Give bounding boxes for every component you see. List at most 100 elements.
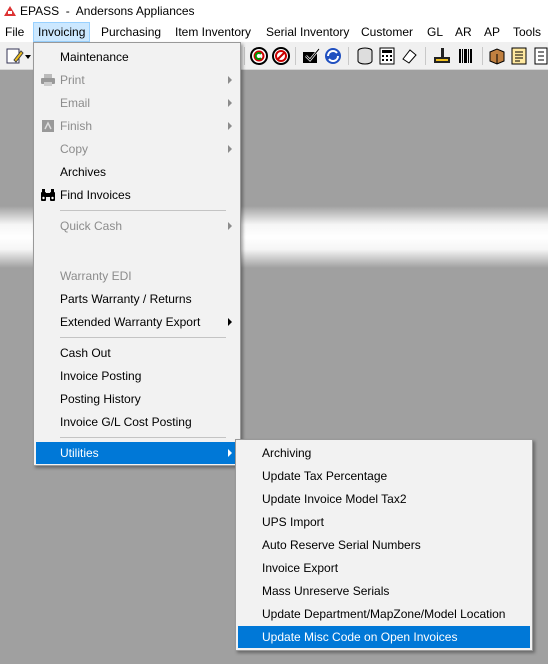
barcode-icon[interactable] (456, 46, 476, 66)
submenu-arrow-icon (228, 449, 232, 457)
menu-item-inventory-label: Item Inventory (175, 25, 252, 39)
document-list-icon[interactable] (509, 46, 529, 66)
menu-item-inventory[interactable]: Item Inventory (175, 22, 251, 42)
menu-item-parts-warranty[interactable]: Parts Warranty / Returns (36, 288, 238, 310)
menu-separator (60, 437, 226, 438)
receipt-icon[interactable] (531, 46, 548, 66)
title-bar: EPASS - Andersons Appliances (0, 0, 548, 22)
submenu-item-update-department-location[interactable]: Update Department/MapZone/Model Location (238, 603, 530, 625)
menu-ar-label: AR (455, 25, 472, 39)
menu-item-label: Quick Cash (60, 219, 123, 233)
menu-separator (60, 210, 226, 211)
menu-ap-label: AP (484, 25, 501, 39)
ship-icon[interactable] (432, 46, 452, 66)
submenu-item-ups-import[interactable]: UPS Import (238, 511, 530, 533)
menu-file-label: File (5, 25, 25, 39)
refresh-icon[interactable] (323, 46, 343, 66)
menu-item-label: Invoice Posting (60, 369, 142, 383)
menu-item-label: Warranty EDI (60, 269, 132, 283)
menu-item-label: Cash Out (60, 346, 111, 360)
new-document-icon[interactable] (4, 46, 24, 66)
menu-item-label: Extended Warranty Export (60, 315, 201, 329)
no-entry-icon[interactable] (271, 46, 291, 66)
submenu-item-archiving[interactable]: Archiving (238, 442, 530, 464)
menu-separator (60, 337, 226, 338)
submenu-item-update-invoice-model-tax2[interactable]: Update Invoice Model Tax2 (238, 488, 530, 510)
menu-invoicing[interactable]: Invoicing (33, 22, 91, 42)
menu-invoicing-label: Invoicing (38, 25, 86, 39)
menu-item-label: Update Department/MapZone/Model Location (262, 607, 506, 621)
window-title: EPASS - Andersons Appliances (20, 4, 195, 18)
menu-item-finish[interactable]: Finish (36, 115, 238, 137)
database-icon[interactable] (355, 46, 375, 66)
submenu-item-mass-unreserve-serials[interactable]: Mass Unreserve Serials (238, 580, 530, 602)
menu-item-label: Auto Reserve Serial Numbers (262, 538, 421, 552)
toolbar-separator (425, 47, 426, 65)
menu-item-copy[interactable]: Copy (36, 138, 238, 160)
toolbar-separator (295, 47, 296, 65)
checklist-icon[interactable] (301, 46, 321, 66)
menu-item-label: Print (60, 73, 85, 87)
menu-bar: File Invoicing Purchasing Item Inventory… (0, 22, 548, 42)
submenu-arrow-icon (228, 76, 232, 84)
utilities-submenu: Archiving Update Tax Percentage Update I… (235, 439, 533, 651)
menu-purchasing[interactable]: Purchasing (101, 22, 161, 42)
menu-file[interactable]: File (5, 22, 24, 42)
menu-item-print[interactable]: Print (36, 69, 238, 91)
menu-item-label: Copy (60, 142, 89, 156)
menu-item-invoice-gl-cost-posting[interactable]: Invoice G/L Cost Posting (36, 411, 238, 433)
menu-customer[interactable]: Customer (361, 22, 413, 42)
menu-item-label: Posting History (60, 392, 141, 406)
menu-item-label: Update Tax Percentage (262, 469, 388, 483)
menu-item-warranty-edi[interactable]: Warranty EDI (36, 265, 238, 287)
menu-item-extended-warranty-export[interactable]: Extended Warranty Export (36, 311, 238, 333)
menu-item-invoice-posting[interactable]: Invoice Posting (36, 365, 238, 387)
finish-flag-icon (40, 118, 56, 134)
menu-ar[interactable]: AR (455, 22, 472, 42)
menu-item-utilities[interactable]: Utilities (36, 442, 238, 464)
submenu-item-invoice-export[interactable]: Invoice Export (238, 557, 530, 579)
eraser-icon[interactable] (399, 46, 419, 66)
package-icon[interactable] (487, 46, 507, 66)
menu-item-maintenance[interactable]: Maintenance (36, 46, 238, 68)
menu-gl[interactable]: GL (427, 22, 443, 42)
menu-item-label: Archiving (262, 446, 312, 460)
toolbar-separator (482, 47, 483, 65)
menu-item-label: Invoice G/L Cost Posting (60, 415, 192, 429)
submenu-item-update-tax-percentage[interactable]: Update Tax Percentage (238, 465, 530, 487)
menu-item-label: Mass Unreserve Serials (262, 584, 390, 598)
menu-item-archives[interactable]: Archives (36, 161, 238, 183)
menu-item-posting-history[interactable]: Posting History (36, 388, 238, 410)
menu-item-cash-out[interactable]: Cash Out (36, 342, 238, 364)
submenu-arrow-icon (228, 145, 232, 153)
menu-gl-label: GL (427, 25, 444, 39)
menu-item-label: Find Invoices (60, 188, 131, 202)
menu-purchasing-label: Purchasing (101, 25, 162, 39)
submenu-item-auto-reserve-serials[interactable]: Auto Reserve Serial Numbers (238, 534, 530, 556)
printer-icon (40, 72, 56, 88)
menu-item-label: Update Misc Code on Open Invoices (262, 630, 458, 644)
menu-serial-inventory[interactable]: Serial Inventory (266, 22, 349, 42)
currency-icon[interactable] (249, 46, 269, 66)
menu-item-label: Parts Warranty / Returns (60, 292, 192, 306)
invoicing-menu: Maintenance Print Email Finish Copy Arch… (33, 42, 241, 466)
submenu-arrow-icon (228, 318, 232, 326)
menu-tools[interactable]: Tools (513, 22, 541, 42)
menu-item-label: Finish (60, 119, 93, 133)
toolbar-separator (348, 47, 349, 65)
dropdown-arrow-icon[interactable] (24, 46, 32, 66)
calculator-icon[interactable] (377, 46, 397, 66)
menu-item-email[interactable]: Email (36, 92, 238, 114)
menu-item-label: Archives (60, 165, 107, 179)
menu-ap[interactable]: AP (484, 22, 500, 42)
binoculars-icon (40, 187, 56, 203)
menu-item-label: Maintenance (60, 50, 129, 64)
menu-item-quick-cash[interactable]: Quick Cash (36, 215, 238, 237)
menu-item-find-invoices[interactable]: Find Invoices (36, 184, 238, 206)
menu-tools-label: Tools (513, 25, 542, 39)
toolbar-separator (244, 47, 245, 65)
submenu-item-update-misc-code[interactable]: Update Misc Code on Open Invoices (238, 626, 530, 648)
submenu-arrow-icon (228, 222, 232, 230)
menu-serial-inventory-label: Serial Inventory (266, 25, 350, 39)
menu-item-label: Invoice Export (262, 561, 339, 575)
